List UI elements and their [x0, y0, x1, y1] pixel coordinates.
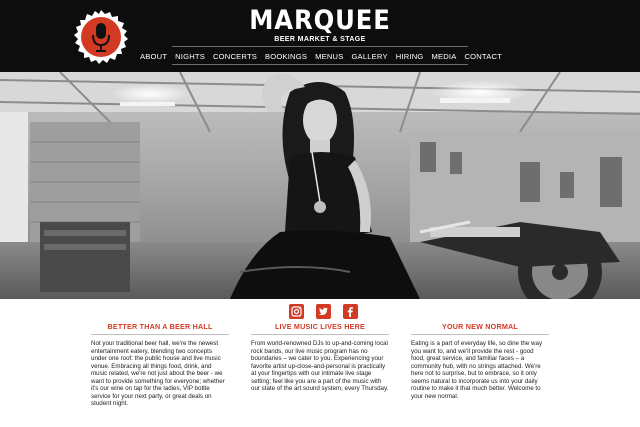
nav-divider-top — [172, 46, 468, 47]
hero-photo — [0, 72, 640, 299]
column-title: LIVE MUSIC LIVES HERE — [274, 322, 366, 331]
nav-item-menus[interactable]: MENUS — [315, 52, 343, 61]
nav-item-media[interactable]: MEDIA — [431, 52, 456, 61]
column-body: Eating is a part of everyday life, so di… — [411, 340, 543, 400]
nav-divider-bottom — [172, 64, 468, 65]
social-links — [289, 304, 358, 320]
column-beer-hall: BETTER THAN A BEER HALL Not your traditi… — [91, 322, 229, 408]
site-header: MARQUEE BEER MARKET & STAGE ABOUT NIGHTS… — [0, 0, 640, 72]
nav-item-hiring[interactable]: HIRING — [396, 52, 424, 61]
main-nav: ABOUT NIGHTS CONCERTS BOOKINGS MENUS GAL… — [140, 48, 502, 64]
nav-item-gallery[interactable]: GALLERY — [351, 52, 387, 61]
nav-item-about[interactable]: ABOUT — [140, 52, 167, 61]
column-body: From world-renowned DJs to up-and-coming… — [251, 340, 389, 392]
brand-title[interactable]: MARQUEE — [248, 4, 392, 38]
column-title: YOUR NEW NORMAL — [441, 322, 519, 331]
nav-item-contact[interactable]: CONTACT — [464, 52, 502, 61]
column-title: BETTER THAN A BEER HALL — [107, 322, 213, 331]
hero-image — [0, 72, 640, 299]
column-live-music: LIVE MUSIC LIVES HERE From world-renowne… — [251, 322, 389, 393]
microphone-logo-icon[interactable] — [74, 10, 128, 64]
facebook-icon[interactable] — [343, 304, 358, 319]
column-divider — [411, 334, 549, 335]
nav-item-nights[interactable]: NIGHTS — [175, 52, 205, 61]
nav-item-bookings[interactable]: BOOKINGS — [265, 52, 307, 61]
brand-subtitle: BEER MARKET & STAGE — [274, 36, 366, 43]
instagram-icon[interactable] — [289, 304, 304, 319]
column-body: Not your traditional beer hall, we're th… — [91, 340, 225, 407]
column-divider — [91, 334, 229, 335]
nav-item-concerts[interactable]: CONCERTS — [213, 52, 257, 61]
column-new-normal: YOUR NEW NORMAL Eating is a part of ever… — [411, 322, 549, 400]
column-divider — [251, 334, 389, 335]
twitter-icon[interactable] — [316, 304, 331, 319]
